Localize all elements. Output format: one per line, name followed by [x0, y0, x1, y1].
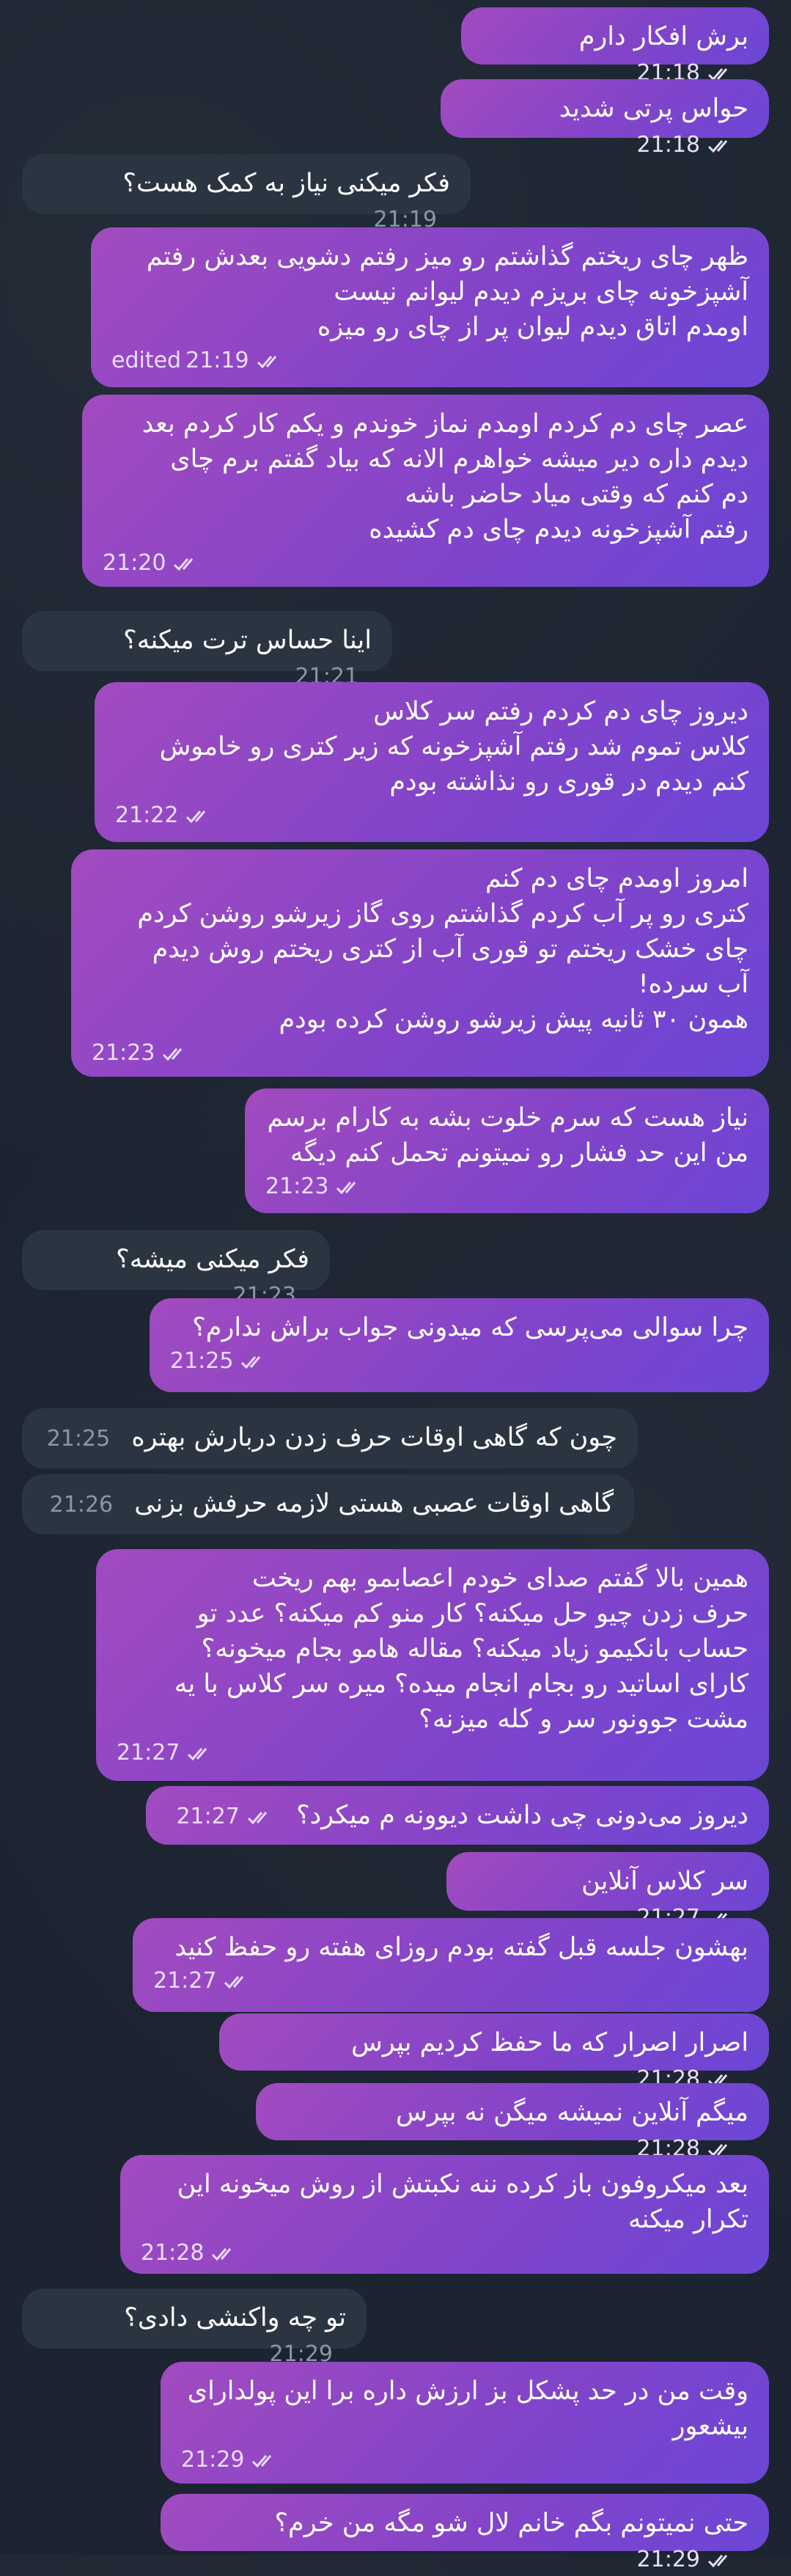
message-time: 21:29 [181, 2447, 245, 2473]
message-bubble-outgoing[interactable]: میگم آنلاین نمیشه میگن نه بپرس 21:28 [256, 2083, 769, 2162]
message-text: عصر چای دم کردم اومدم نماز خوندم و یکم ک… [141, 409, 748, 544]
message-bubble-incoming[interactable]: تو چه واکنشی دادی؟ 21:29 [22, 2288, 367, 2367]
message-text: فکر میکنی میشه؟ [116, 1245, 309, 1274]
message-meta: 21:29 [181, 2445, 748, 2475]
double-check-icon [707, 139, 728, 153]
message-text: حتی نمیتونم بگم خانم لال شو مگه من خرم؟ [274, 2509, 748, 2538]
message-time: 21:27 [117, 1740, 180, 1765]
message-text: چرا سوالی می‌پرسی که میدونی جواب براش ند… [192, 1313, 748, 1342]
message-meta: 21:27 [117, 1738, 748, 1768]
message-bubble-outgoing[interactable]: بعد میکروفون باز کرده ننه نکبتش از روش م… [120, 2155, 769, 2274]
message-bubble-outgoing[interactable]: عصر چای دم کردم اومدم نماز خوندم و یکم ک… [82, 395, 769, 587]
message-time: 21:27 [153, 1968, 217, 1994]
message-text: وقت من در حد پشکل بز ارزش داره برا این پ… [187, 2376, 748, 2441]
message-text: اصرار اصرار که ما حفظ کردیم بپرس [351, 2028, 748, 2057]
message-bubble-outgoing[interactable]: بهشون جلسه قبل گفته بودم روزای هفته رو ح… [133, 1918, 769, 2012]
message-meta: 21:23 [92, 1039, 748, 1068]
message-text: اینا حساس ترت میکنه؟ [123, 626, 372, 655]
message-text: گاهی اوقات عصبی هستی لازمه حرفش بزنی [134, 1489, 614, 1518]
double-check-icon [212, 2247, 232, 2261]
message-time: 21:22 [115, 802, 179, 828]
message-meta: 21:27 [153, 1966, 748, 1996]
double-check-icon [252, 2454, 272, 2467]
message-meta: 21:25 [170, 1347, 748, 1376]
message-text: برش افکار دارم [578, 22, 748, 51]
message-bubble-incoming[interactable]: چون که گاهی اوقات حرف زدن دربارش بهتره 2… [22, 1408, 638, 1468]
double-check-icon [247, 1811, 268, 1824]
message-text: تو چه واکنشی دادی؟ [124, 2303, 346, 2332]
message-time: 21:25 [170, 1348, 234, 1374]
message-time: 21:27 [176, 1804, 240, 1829]
message-bubble-outgoing[interactable]: ظهر چای ریختم گذاشتم رو میز رفتم دشویی ب… [91, 227, 769, 387]
message-bubble-incoming[interactable]: فکر میکنی نیاز به کمک هست؟ 21:19 [22, 154, 471, 233]
message-text: دیروز چای دم کردم رفتم سر کلاس کلاس تموم… [159, 697, 748, 797]
double-check-icon [188, 1747, 207, 1760]
message-text: ظهر چای ریختم گذاشتم رو میز رفتم دشویی ب… [146, 242, 748, 342]
message-time: 21:26 [49, 1492, 114, 1518]
message-bubble-outgoing[interactable]: وقت من در حد پشکل بز ارزش داره برا این پ… [161, 2362, 769, 2484]
message-meta: 21:20 [103, 549, 748, 578]
message-time: 21:19 [185, 348, 249, 373]
message-bubble-outgoing[interactable]: دیروز چای دم کردم رفتم سر کلاس کلاس تموم… [95, 682, 769, 842]
double-check-icon [186, 810, 206, 823]
message-text: بعد میکروفون باز کرده ننه نکبتش از روش م… [177, 2170, 748, 2234]
message-time: 21:18 [636, 132, 700, 158]
chat-area: برش افکار دارم 21:18 حواس پرتی شدید 21:1… [0, 0, 791, 2572]
message-bubble-outgoing[interactable]: همین بالا گفتم صدای خودم اعصابمو بهم ریخ… [96, 1549, 769, 1781]
message-text: بهشون جلسه قبل گفته بودم روزای هفته رو ح… [174, 1933, 748, 1962]
message-text: میگم آنلاین نمیشه میگن نه بپرس [396, 2098, 748, 2127]
message-meta: 21:23 [265, 1172, 748, 1201]
message-bubble-incoming[interactable]: فکر میکنی میشه؟ 21:23 [22, 1230, 330, 1309]
message-text: امروز اومدم چای دم کنم کتری رو پر آب کرد… [137, 864, 748, 1034]
message-time: 21:23 [265, 1174, 329, 1199]
message-bubble-outgoing[interactable]: امروز اومدم چای دم کنم کتری رو پر آب کرد… [71, 849, 769, 1077]
message-text: فکر میکنی نیاز به کمک هست؟ [122, 169, 450, 198]
message-bubble-outgoing[interactable]: اصرار اصرار که ما حفظ کردیم بپرس 21:28 [219, 2013, 769, 2092]
message-text: نیاز هست که سرم خلوت بشه به کارام برسم م… [267, 1103, 748, 1168]
message-text: چون که گاهی اوقات حرف زدن دربارش بهتره [131, 1423, 617, 1452]
message-bubble-outgoing[interactable]: برش افکار دارم 21:18 [461, 7, 769, 86]
double-check-icon [336, 1181, 356, 1194]
message-text: حواس پرتی شدید [559, 94, 748, 123]
message-bubble-incoming[interactable]: اینا حساس ترت میکنه؟ 21:21 [22, 611, 392, 689]
double-check-icon [163, 1047, 183, 1061]
message-bubble-outgoing[interactable]: سر کلاس آنلاین 21:27 [446, 1852, 769, 1931]
message-bubble-incoming[interactable]: گاهی اوقات عصبی هستی لازمه حرفش بزنی 21:… [22, 1474, 634, 1534]
message-bubble-outgoing[interactable]: دیروز می‌دونی چی داشت دیوونه م میکرد؟ 21… [146, 1786, 769, 1845]
message-bubble-outgoing[interactable]: چرا سوالی می‌پرسی که میدونی جواب براش ند… [150, 1298, 769, 1392]
message-time: 21:23 [92, 1040, 155, 1066]
double-check-icon [257, 355, 276, 368]
double-check-icon [241, 1355, 261, 1369]
message-bubble-outgoing[interactable]: نیاز هست که سرم خلوت بشه به کارام برسم م… [245, 1088, 769, 1213]
message-time: 21:25 [46, 1426, 111, 1452]
message-text: همین بالا گفتم صدای خودم اعصابمو بهم ریخ… [174, 1564, 748, 1734]
message-meta: 21:29 [637, 2545, 735, 2575]
message-meta: 21:18 [637, 131, 735, 160]
message-meta: 21:27 [176, 1802, 274, 1832]
message-time: 21:28 [141, 2240, 205, 2266]
double-check-icon [224, 1975, 244, 1988]
message-text: دیروز می‌دونی چی داشت دیوونه م میکرد؟ [296, 1801, 748, 1830]
message-time: 21:20 [103, 550, 166, 576]
double-check-icon [174, 557, 194, 571]
message-text: سر کلاس آنلاین [581, 1867, 748, 1896]
edited-label: edited [111, 348, 182, 373]
message-bubble-outgoing[interactable]: حواس پرتی شدید 21:18 [441, 79, 769, 158]
message-meta: 21:22 [115, 801, 748, 830]
message-meta: edited 21:19 [111, 346, 748, 376]
message-time: 21:29 [636, 2547, 700, 2572]
message-meta: 21:28 [141, 2239, 748, 2268]
message-bubble-outgoing[interactable]: حتی نمیتونم بگم خانم لال شو مگه من خرم؟ … [161, 2494, 769, 2572]
